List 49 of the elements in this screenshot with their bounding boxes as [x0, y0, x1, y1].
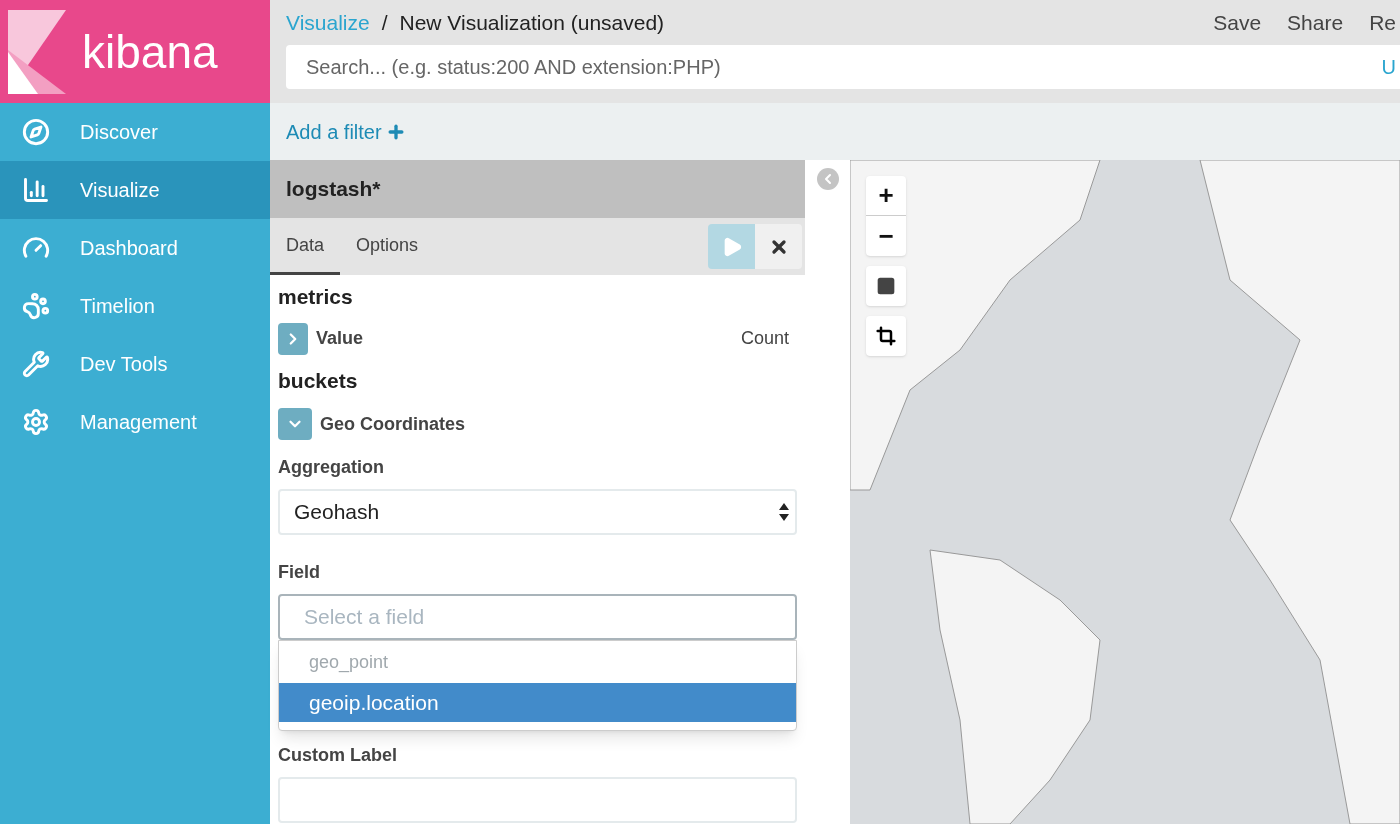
nav-item[interactable]: Dashboard [0, 219, 270, 277]
editor-tab[interactable]: Data [270, 218, 341, 275]
dropdown-option[interactable]: geoip.location [279, 683, 796, 722]
custom-label-input[interactable] [278, 777, 797, 823]
field-label: Aggregation [278, 456, 385, 479]
breadcrumb-separator: / [381, 9, 388, 36]
bar-chart-icon [22, 176, 50, 204]
nav-item[interactable]: Discover [0, 103, 270, 161]
agg-label: Geo Coordinates [320, 412, 466, 436]
editor-tab[interactable]: Options [340, 218, 435, 275]
expand-toggle[interactable] [278, 322, 308, 355]
nav-item[interactable]: Dev Tools [0, 335, 270, 393]
field-label: Custom Label [278, 744, 398, 767]
compass-icon [22, 118, 50, 146]
settings-icon [22, 408, 50, 436]
square-icon [876, 276, 896, 296]
agg-label: Value [316, 327, 364, 350]
zoom-in-button[interactable]: + [866, 176, 906, 216]
sort-arrows-icon [779, 503, 789, 521]
index-pattern-header: logstash* [270, 160, 805, 218]
collapse-toggle[interactable] [278, 408, 312, 440]
header-action[interactable]: Re [1369, 6, 1396, 39]
field-select-input[interactable]: Select a field [278, 594, 797, 640]
option-group-label: geo_point [308, 650, 390, 675]
wrench-icon [22, 350, 50, 378]
paw-icon [22, 292, 50, 320]
breadcrumb-link[interactable]: Visualize [286, 6, 370, 39]
section-title: metrics [278, 284, 354, 310]
page-title: New Visualization (unsaved) [399, 9, 665, 36]
logo-icon [8, 9, 66, 94]
crop-icon [876, 326, 896, 346]
section-title: buckets [278, 367, 359, 394]
agg-value: Count [740, 327, 789, 350]
discard-button[interactable] [755, 224, 802, 269]
header-action[interactable]: Share [1287, 6, 1344, 39]
nav-item[interactable]: Management [0, 393, 270, 451]
draw-rectangle-button[interactable] [866, 266, 906, 306]
collapse-panel-button[interactable] [816, 168, 839, 190]
aggregation-select[interactable]: Geohash [278, 489, 797, 535]
header-action[interactable]: Save [1213, 6, 1262, 39]
search-field[interactable]: Search... (e.g. status:200 AND extension:PHP) U [286, 45, 1400, 89]
logo-text: kibana [82, 28, 218, 75]
nav-item[interactable]: Timelion [0, 277, 270, 335]
search-trailing-text[interactable]: U [1381, 52, 1400, 82]
zoom-out-button[interactable]: − [866, 216, 906, 256]
add-filter-link[interactable]: Add a filter [286, 116, 406, 147]
field-label: Field [278, 561, 321, 584]
crop-button[interactable] [866, 316, 906, 356]
nav-item[interactable]: Visualize [0, 161, 270, 219]
